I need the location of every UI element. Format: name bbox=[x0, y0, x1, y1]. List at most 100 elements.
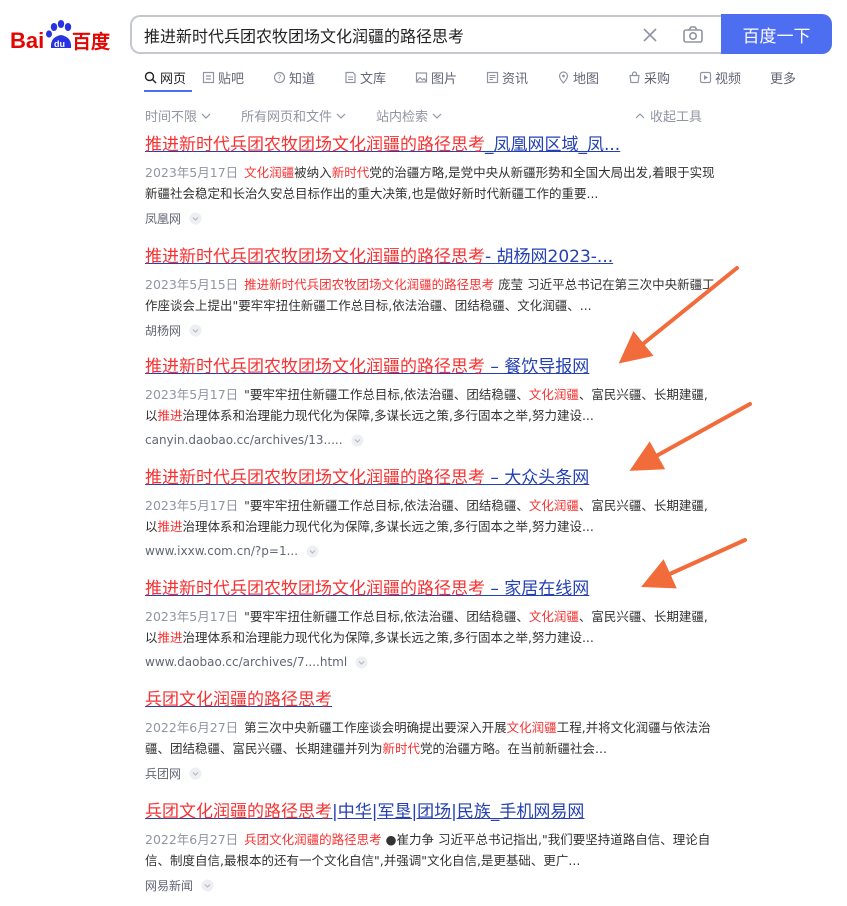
result-date: 2022年6月27日 bbox=[145, 720, 239, 735]
result-title-link[interactable]: 推进新时代兵团农牧团场文化润疆的路径思考_凤凰网区域_凤... bbox=[145, 134, 715, 156]
keyword-highlight: 文化润疆 bbox=[528, 609, 579, 624]
search-box bbox=[130, 15, 722, 54]
search-result: 推进新时代兵团农牧团场文化润疆的路径思考 – 餐饮导报网 2023年5月17日 … bbox=[145, 356, 715, 449]
result-abstract: 2022年6月27日 兵团文化润疆的路径思考 ●崔力争 习近平总书记指出,"我们… bbox=[145, 829, 715, 871]
search-tools: 时间不限 所有网页和文件 站内检索 收起工具 bbox=[145, 106, 707, 126]
result-title-highlight: 兵团文化润疆的路径思考 bbox=[145, 690, 332, 710]
time-filter[interactable]: 时间不限 bbox=[145, 106, 211, 125]
svg-text:Bai: Bai bbox=[10, 28, 44, 52]
tab-shopping[interactable]: 采购 bbox=[628, 66, 699, 88]
clear-icon[interactable] bbox=[641, 26, 659, 44]
result-abstract: 2023年5月17日 "要牢牢扭住新疆工作总目标,依法治疆、团结稳疆、文化润疆、… bbox=[145, 606, 715, 648]
tab-news[interactable]: 资讯 bbox=[486, 66, 557, 88]
baidu-logo[interactable]: Bai du 百度 bbox=[10, 18, 115, 52]
abstract-text: 治理体系和治理能力现代化为保障,多谋长远之策,多行固本之举,努力建设... bbox=[182, 519, 594, 534]
active-tab-indicator bbox=[144, 90, 192, 92]
camera-icon[interactable] bbox=[682, 25, 704, 45]
search-tabs: 网页 贴吧 ? 知道 文库 图片 资讯 地图 采购 视频 更多 bbox=[144, 66, 810, 88]
result-source-name: 网易新闻 bbox=[145, 878, 194, 893]
keyword-highlight: 新时代 bbox=[382, 741, 421, 756]
result-title-link[interactable]: 推进新时代兵团农牧团场文化润疆的路径思考 – 餐饮导报网 bbox=[145, 356, 715, 378]
result-title-rest: – 大众头条网 bbox=[485, 468, 590, 488]
result-source[interactable]: www.ixxw.com.cn/?p=1... bbox=[145, 542, 715, 560]
result-abstract: 2022年6月27日 第三次中央新疆工作座谈会明确提出要深入开展文化润疆工程,并… bbox=[145, 717, 715, 759]
chevron-up-icon bbox=[635, 112, 645, 118]
result-title-rest: – 餐饮导报网 bbox=[485, 357, 590, 377]
svg-text:百度: 百度 bbox=[72, 30, 111, 52]
tab-label: 地图 bbox=[573, 71, 600, 87]
result-title-rest: - 胡杨网2023-... bbox=[485, 247, 614, 267]
result-source[interactable]: 兵团网 bbox=[145, 764, 715, 782]
tab-tieba[interactable]: 贴吧 bbox=[202, 66, 273, 88]
keyword-highlight: 推进 bbox=[157, 630, 183, 645]
result-title-rest: |中华|军垦|团场|民族_手机网易网 bbox=[332, 802, 585, 822]
result-source[interactable]: 网易新闻 bbox=[145, 876, 715, 894]
keyword-highlight: 文化润疆 bbox=[506, 720, 557, 735]
tab-zhidao[interactable]: ? 知道 bbox=[273, 66, 344, 88]
result-title-rest: – 家居在线网 bbox=[485, 579, 590, 599]
search-input[interactable] bbox=[144, 24, 624, 46]
site-search-filter[interactable]: 站内检索 bbox=[376, 106, 442, 125]
result-abstract: 2023年5月17日 "要牢牢扭住新疆工作总目标,依法治疆、团结稳疆、文化润疆、… bbox=[145, 495, 715, 537]
result-source[interactable]: www.daobao.cc/archives/7....html bbox=[145, 653, 715, 671]
tab-label: 文库 bbox=[360, 71, 387, 87]
zhidao-icon: ? bbox=[273, 71, 286, 84]
result-title-rest: _凤凰网区域_凤... bbox=[485, 135, 621, 155]
result-source-name: canyin.daobao.cc/archives/13..... bbox=[145, 433, 343, 447]
abstract-text: 党的治疆方略。在当前新疆社会... bbox=[420, 741, 607, 756]
chevron-down-icon bbox=[336, 113, 346, 119]
keyword-highlight: 文化润疆 bbox=[528, 387, 579, 402]
result-title-link[interactable]: 推进新时代兵团农牧团场文化润疆的路径思考 – 家居在线网 bbox=[145, 578, 715, 600]
tab-more[interactable]: 更多 bbox=[770, 66, 810, 88]
result-source[interactable]: 凤凰网 bbox=[145, 209, 715, 227]
result-source-name: www.daobao.cc/archives/7....html bbox=[145, 655, 348, 669]
collapse-tools-button[interactable]: 收起工具 bbox=[635, 106, 702, 125]
image-icon bbox=[415, 71, 428, 84]
abstract-text: 被纳入 bbox=[294, 165, 332, 180]
result-title-link[interactable]: 兵团文化润疆的路径思考 bbox=[145, 689, 715, 711]
result-title-link[interactable]: 推进新时代兵团农牧团场文化润疆的路径思考 – 大众头条网 bbox=[145, 467, 715, 489]
tab-map[interactable]: 地图 bbox=[557, 66, 628, 88]
result-source-name: 胡杨网 bbox=[145, 323, 182, 338]
keyword-highlight: 文化润疆 bbox=[244, 165, 295, 180]
search-result: 推进新时代兵团农牧团场文化润疆的路径思考- 胡杨网2023-... 2023年5… bbox=[145, 246, 715, 339]
tab-label: 贴吧 bbox=[218, 71, 245, 87]
result-date: 2023年5月17日 bbox=[145, 387, 239, 402]
keyword-highlight: 文化润疆 bbox=[528, 498, 579, 513]
abstract-text: 第三次中央新疆工作座谈会明确提出要深入开展 bbox=[244, 720, 507, 735]
search-button[interactable]: 百度一下 bbox=[721, 14, 832, 54]
tieba-icon bbox=[202, 71, 215, 84]
chevron-down-icon[interactable] bbox=[189, 324, 202, 337]
result-title-highlight: 推进新时代兵团农牧团场文化润疆的路径思考 bbox=[145, 579, 485, 599]
keyword-highlight: 推进 bbox=[157, 408, 183, 423]
file-type-filter-label: 所有网页和文件 bbox=[241, 110, 333, 125]
tab-images[interactable]: 图片 bbox=[415, 66, 486, 88]
site-search-filter-label: 站内检索 bbox=[376, 110, 429, 125]
result-source[interactable]: canyin.daobao.cc/archives/13..... bbox=[145, 431, 715, 449]
file-type-filter[interactable]: 所有网页和文件 bbox=[241, 106, 346, 125]
result-source-name: 兵团网 bbox=[145, 766, 182, 781]
chevron-down-icon[interactable] bbox=[189, 212, 202, 225]
abstract-text: "要牢牢扭住新疆工作总目标,依法治疆、团结稳疆、 bbox=[244, 609, 529, 624]
abstract-text: 治理体系和治理能力现代化为保障,多谋长远之策,多行固本之举,努力建设... bbox=[182, 408, 594, 423]
chevron-down-icon[interactable] bbox=[201, 879, 214, 892]
tab-video[interactable]: 视频 bbox=[699, 66, 770, 88]
result-title-link[interactable]: 兵团文化润疆的路径思考|中华|军垦|团场|民族_手机网易网 bbox=[145, 801, 715, 823]
chevron-down-icon[interactable] bbox=[189, 767, 202, 780]
chevron-down-icon[interactable] bbox=[355, 656, 368, 669]
tab-web[interactable]: 网页 bbox=[144, 66, 202, 88]
result-title-highlight: 推进新时代兵团农牧团场文化润疆的路径思考 bbox=[145, 357, 485, 377]
result-source[interactable]: 胡杨网 bbox=[145, 321, 715, 339]
chevron-down-icon[interactable] bbox=[306, 545, 319, 558]
result-source-name: www.ixxw.com.cn/?p=1... bbox=[145, 544, 299, 558]
tab-label: 采购 bbox=[644, 71, 671, 87]
shopping-icon bbox=[628, 70, 641, 84]
search-result: 推进新时代兵团农牧团场文化润疆的路径思考_凤凰网区域_凤... 2023年5月1… bbox=[145, 134, 715, 227]
chevron-down-icon[interactable] bbox=[351, 434, 364, 447]
news-icon bbox=[486, 71, 499, 84]
result-title-highlight: 推进新时代兵团农牧团场文化润疆的路径思考 bbox=[145, 135, 485, 155]
abstract-text: 治理体系和治理能力现代化为保障,多谋长远之策,多行固本之举,努力建设... bbox=[182, 630, 594, 645]
tab-wenku[interactable]: 文库 bbox=[344, 66, 415, 88]
result-title-link[interactable]: 推进新时代兵团农牧团场文化润疆的路径思考- 胡杨网2023-... bbox=[145, 246, 715, 268]
tab-label: 资讯 bbox=[502, 71, 529, 87]
